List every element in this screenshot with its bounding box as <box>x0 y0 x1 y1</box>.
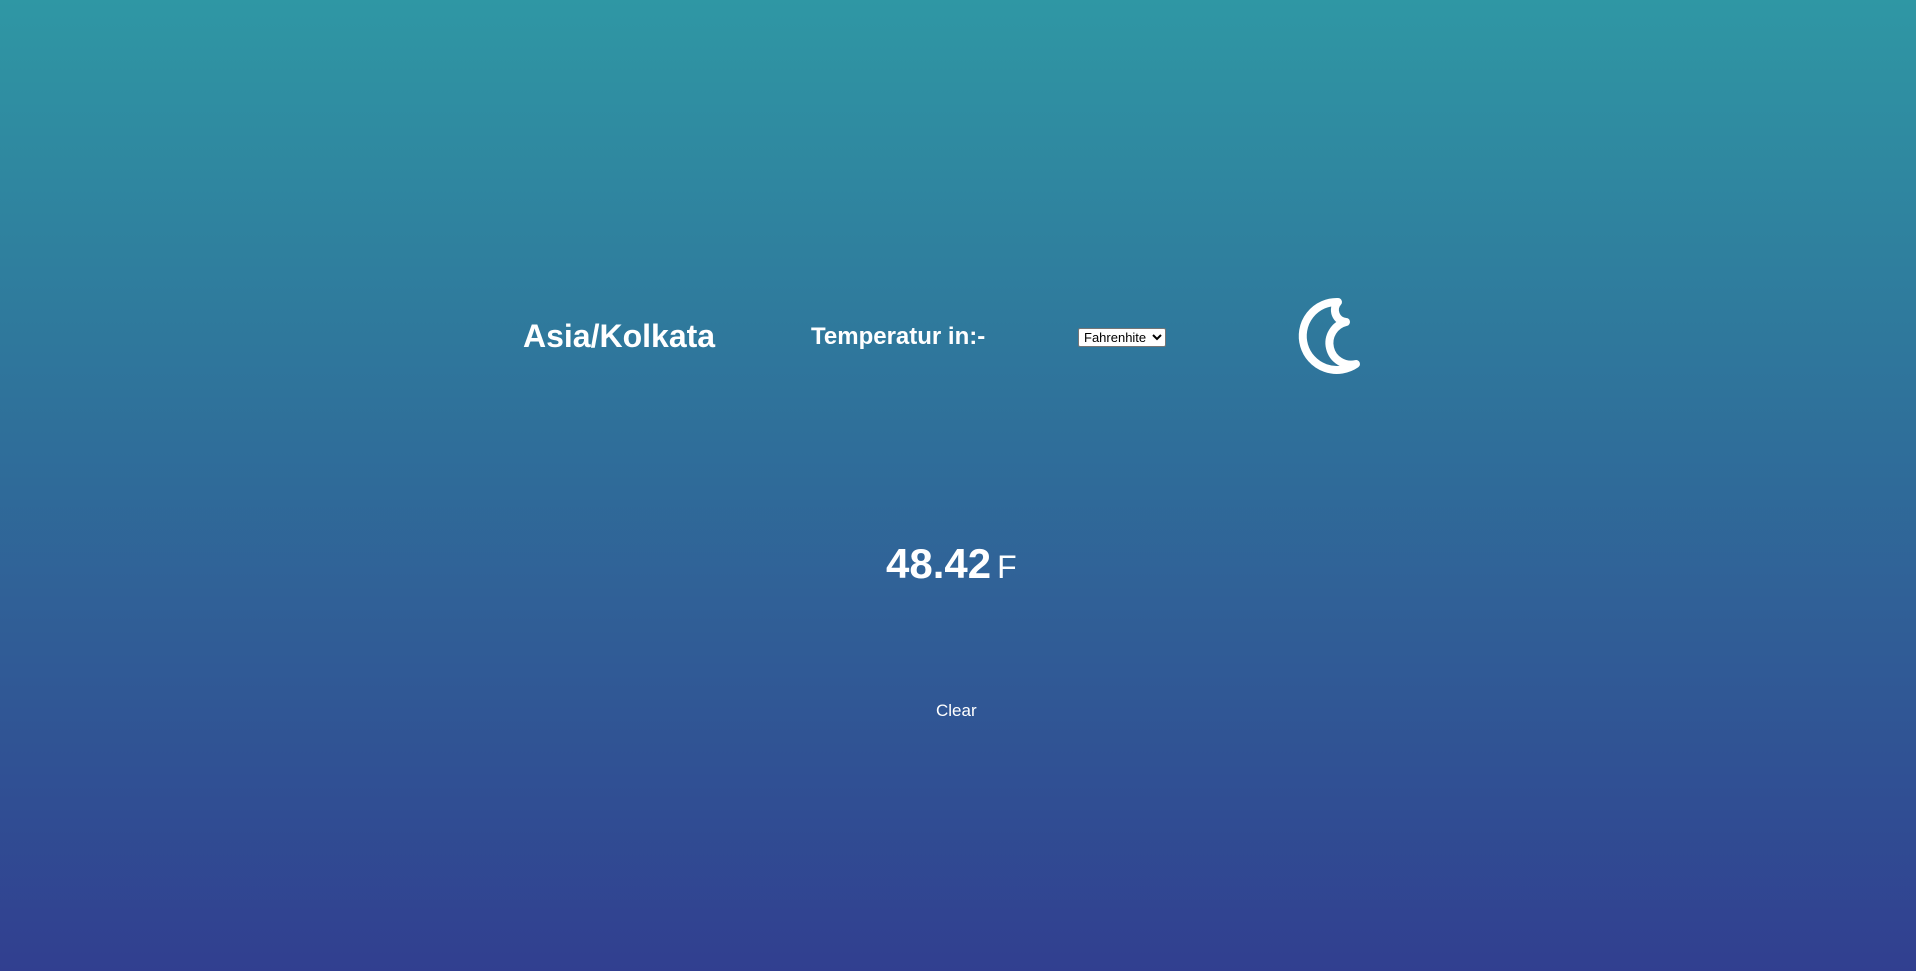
temperature-reading: 48.42 F <box>886 540 1017 588</box>
location-title: Asia/Kolkata <box>523 318 716 354</box>
clear-button[interactable]: Clear <box>930 699 983 723</box>
temperature-value: 48.42 <box>886 540 992 587</box>
temperature-unit: F <box>997 549 1017 585</box>
moon-icon <box>1298 297 1360 374</box>
temperature-unit-label: Temperatur in:- <box>811 323 986 350</box>
unit-select[interactable]: Fahrenhite <box>1078 328 1166 347</box>
